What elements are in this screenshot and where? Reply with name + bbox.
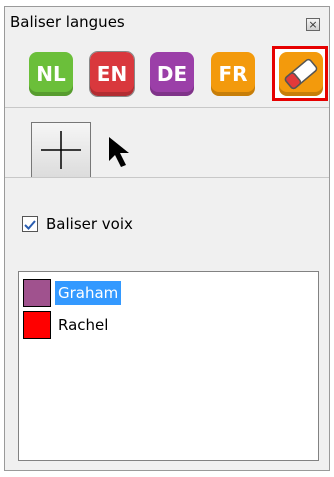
tag-voices-label: Baliser voix <box>46 215 133 233</box>
language-en-label: EN <box>96 62 128 86</box>
language-button-nl[interactable]: NL <box>29 52 73 96</box>
tag-voices-checkbox[interactable] <box>22 216 38 232</box>
close-icon: × <box>308 18 318 31</box>
eraser-button[interactable] <box>279 52 323 96</box>
checkmark-icon <box>24 220 36 230</box>
speaker-item-rachel[interactable]: Rachel <box>23 311 313 339</box>
cursor-arrow-icon[interactable] <box>105 133 139 169</box>
eraser-icon <box>284 58 318 90</box>
speaker-list[interactable]: Graham Rachel <box>18 271 319 461</box>
close-button[interactable]: × <box>306 18 320 31</box>
language-de-label: DE <box>156 62 188 86</box>
language-button-de[interactable]: DE <box>150 52 194 96</box>
language-nl-label: NL <box>36 62 66 86</box>
language-tagging-panel: Baliser langues × NL EN DE FR Baliser vo… <box>4 6 330 471</box>
panel-title: Baliser langues <box>10 13 125 31</box>
toolbar-separator <box>5 107 329 108</box>
language-fr-label: FR <box>218 62 248 86</box>
eraser-tool-selected[interactable] <box>272 46 328 101</box>
speaker-item-graham[interactable]: Graham <box>23 279 313 307</box>
speaker-name: Rachel <box>58 316 109 334</box>
speaker-name: Graham <box>55 281 122 305</box>
speaker-color-swatch <box>23 311 51 339</box>
title-bar: Baliser langues × <box>5 7 329 35</box>
add-tag-button[interactable] <box>31 122 91 178</box>
speaker-color-swatch <box>23 279 51 307</box>
language-button-en[interactable]: EN <box>89 51 135 97</box>
plus-icon <box>41 131 81 169</box>
tools-separator <box>5 177 329 178</box>
language-button-fr[interactable]: FR <box>211 52 255 96</box>
